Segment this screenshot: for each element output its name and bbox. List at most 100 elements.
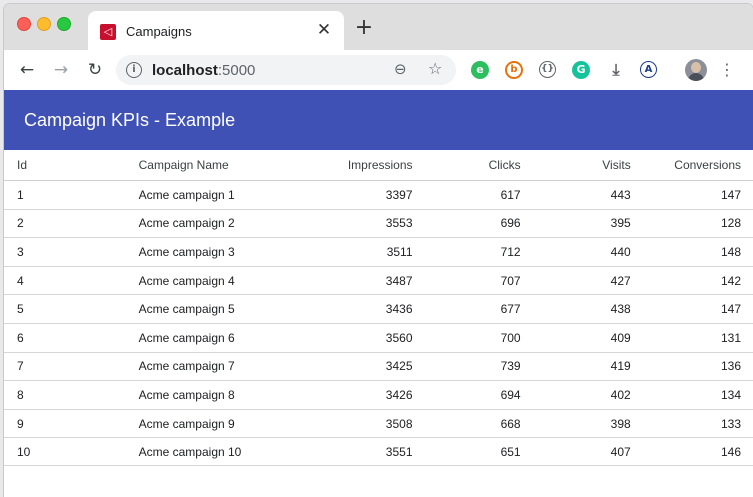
- column-header-conversions[interactable]: Conversions: [630, 150, 753, 181]
- cell-campaign-name: Acme campaign 1: [30, 180, 322, 210]
- cell-clicks: 651: [412, 437, 521, 467]
- table-row[interactable]: 2 Acme campaign 2 3553 696 395 128: [4, 209, 753, 239]
- cell-campaign-name: Acme campaign 9: [30, 409, 322, 439]
- cell-campaign-name: Acme campaign 3: [30, 237, 322, 267]
- code-extension-icon[interactable]: {}: [539, 61, 556, 78]
- cell-campaign-name: Acme campaign 7: [30, 352, 322, 382]
- cell-impressions: 3436: [321, 294, 413, 324]
- avatar[interactable]: [685, 59, 707, 81]
- evernote-icon[interactable]: e: [471, 61, 489, 79]
- address-bar[interactable]: i localhost:5000 ⊖ ☆: [116, 55, 456, 85]
- cell-clicks: 617: [412, 180, 521, 210]
- cell-impressions: 3487: [321, 266, 413, 296]
- table-row[interactable]: 10 Acme campaign 10 3551 651 407 146: [4, 437, 753, 467]
- new-tab-icon[interactable]: +: [354, 17, 374, 39]
- grammarly-icon[interactable]: G: [572, 61, 590, 79]
- app-header: Campaign KPIs - Example: [4, 90, 753, 150]
- cell-id: 8: [4, 380, 31, 410]
- cell-id: 1: [4, 180, 31, 210]
- cell-clicks: 707: [412, 266, 521, 296]
- cell-conversions: 131: [630, 323, 753, 353]
- favicon-icon: ◁: [100, 24, 116, 40]
- cell-visits: 407: [520, 437, 631, 467]
- cell-visits: 409: [520, 323, 631, 353]
- cell-id: 2: [4, 209, 31, 239]
- cell-conversions: 128: [630, 209, 753, 239]
- cell-visits: 402: [520, 380, 631, 410]
- info-icon[interactable]: i: [126, 62, 142, 78]
- cell-conversions: 142: [630, 266, 753, 296]
- cell-visits: 398: [520, 409, 631, 439]
- cell-impressions: 3511: [321, 237, 413, 267]
- cell-visits: 443: [520, 180, 631, 210]
- cell-campaign-name: Acme campaign 2: [30, 209, 322, 239]
- cell-clicks: 668: [412, 409, 521, 439]
- cell-impressions: 3426: [321, 380, 413, 410]
- cell-conversions: 147: [630, 180, 753, 210]
- cell-id: 9: [4, 409, 31, 439]
- table-row[interactable]: 8 Acme campaign 8 3426 694 402 134: [4, 380, 753, 410]
- cell-visits: 438: [520, 294, 631, 324]
- cell-visits: 440: [520, 237, 631, 267]
- cell-id: 4: [4, 266, 31, 296]
- cell-impressions: 3397: [321, 180, 413, 210]
- cell-conversions: 136: [630, 352, 753, 382]
- browser-tab[interactable]: ◁ Campaigns ✕: [88, 11, 344, 50]
- page-title: Campaign KPIs - Example: [24, 110, 236, 130]
- campaign-table-container: Id Campaign Name Impressions Clicks Visi…: [4, 150, 753, 467]
- column-header-clicks[interactable]: Clicks: [412, 150, 521, 181]
- cell-campaign-name: Acme campaign 8: [30, 380, 322, 410]
- column-header-visits[interactable]: Visits: [520, 150, 631, 181]
- cell-clicks: 739: [412, 352, 521, 382]
- column-header-impressions[interactable]: Impressions: [321, 150, 413, 181]
- cell-clicks: 694: [412, 380, 521, 410]
- table-row[interactable]: 6 Acme campaign 6 3560 700 409 131: [4, 323, 753, 353]
- cell-conversions: 146: [630, 437, 753, 467]
- cell-clicks: 712: [412, 237, 521, 267]
- table-row[interactable]: 7 Acme campaign 7 3425 739 419 136: [4, 352, 753, 382]
- cell-campaign-name: Acme campaign 4: [30, 266, 322, 296]
- table-row[interactable]: 5 Acme campaign 5 3436 677 438 147: [4, 294, 753, 324]
- b-extension-icon[interactable]: b: [505, 61, 523, 79]
- cell-impressions: 3560: [321, 323, 413, 353]
- url-text[interactable]: localhost:5000: [152, 62, 255, 79]
- forward-icon[interactable]: →: [50, 59, 72, 81]
- cell-conversions: 148: [630, 237, 753, 267]
- reload-icon[interactable]: ↻: [84, 59, 106, 81]
- cell-visits: 427: [520, 266, 631, 296]
- tab-close-icon[interactable]: ✕: [314, 20, 334, 40]
- maximize-window-button[interactable]: [57, 17, 71, 31]
- cell-campaign-name: Acme campaign 10: [30, 437, 322, 467]
- url-port: :5000: [217, 62, 256, 79]
- column-header-id[interactable]: Id: [4, 150, 31, 181]
- table-row[interactable]: 1 Acme campaign 1 3397 617 443 147: [4, 180, 753, 210]
- cell-clicks: 700: [412, 323, 521, 353]
- cell-impressions: 3553: [321, 209, 413, 239]
- column-header-campaign-name[interactable]: Campaign Name: [30, 150, 322, 181]
- cell-impressions: 3508: [321, 409, 413, 439]
- a-extension-icon[interactable]: A: [640, 61, 657, 78]
- cell-id: 7: [4, 352, 31, 382]
- browser-toolbar: ← → ↻ i localhost:5000 ⊖ ☆ e b {} G ⤓ A …: [4, 50, 753, 91]
- page-bottom-area: [4, 465, 753, 497]
- cell-clicks: 677: [412, 294, 521, 324]
- table-header-row: Id Campaign Name Impressions Clicks Visi…: [4, 150, 753, 181]
- minimize-window-button[interactable]: [37, 17, 51, 31]
- cell-impressions: 3425: [321, 352, 413, 382]
- star-icon[interactable]: ☆: [428, 59, 442, 78]
- cell-conversions: 147: [630, 294, 753, 324]
- download-icon[interactable]: ⤓: [607, 61, 625, 79]
- table-row[interactable]: 4 Acme campaign 4 3487 707 427 142: [4, 266, 753, 296]
- table-row[interactable]: 3 Acme campaign 3 3511 712 440 148: [4, 237, 753, 267]
- zoom-icon[interactable]: ⊖: [394, 60, 407, 78]
- tab-title: Campaigns: [126, 24, 192, 39]
- cell-conversions: 134: [630, 380, 753, 410]
- close-window-button[interactable]: [17, 17, 31, 31]
- cell-visits: 419: [520, 352, 631, 382]
- campaign-table: Id Campaign Name Impressions Clicks Visi…: [4, 150, 753, 467]
- table-row[interactable]: 9 Acme campaign 9 3508 668 398 133: [4, 409, 753, 439]
- back-icon[interactable]: ←: [16, 59, 38, 81]
- cell-conversions: 133: [630, 409, 753, 439]
- avatar-body: [688, 73, 704, 81]
- menu-icon[interactable]: ⋮: [719, 59, 735, 81]
